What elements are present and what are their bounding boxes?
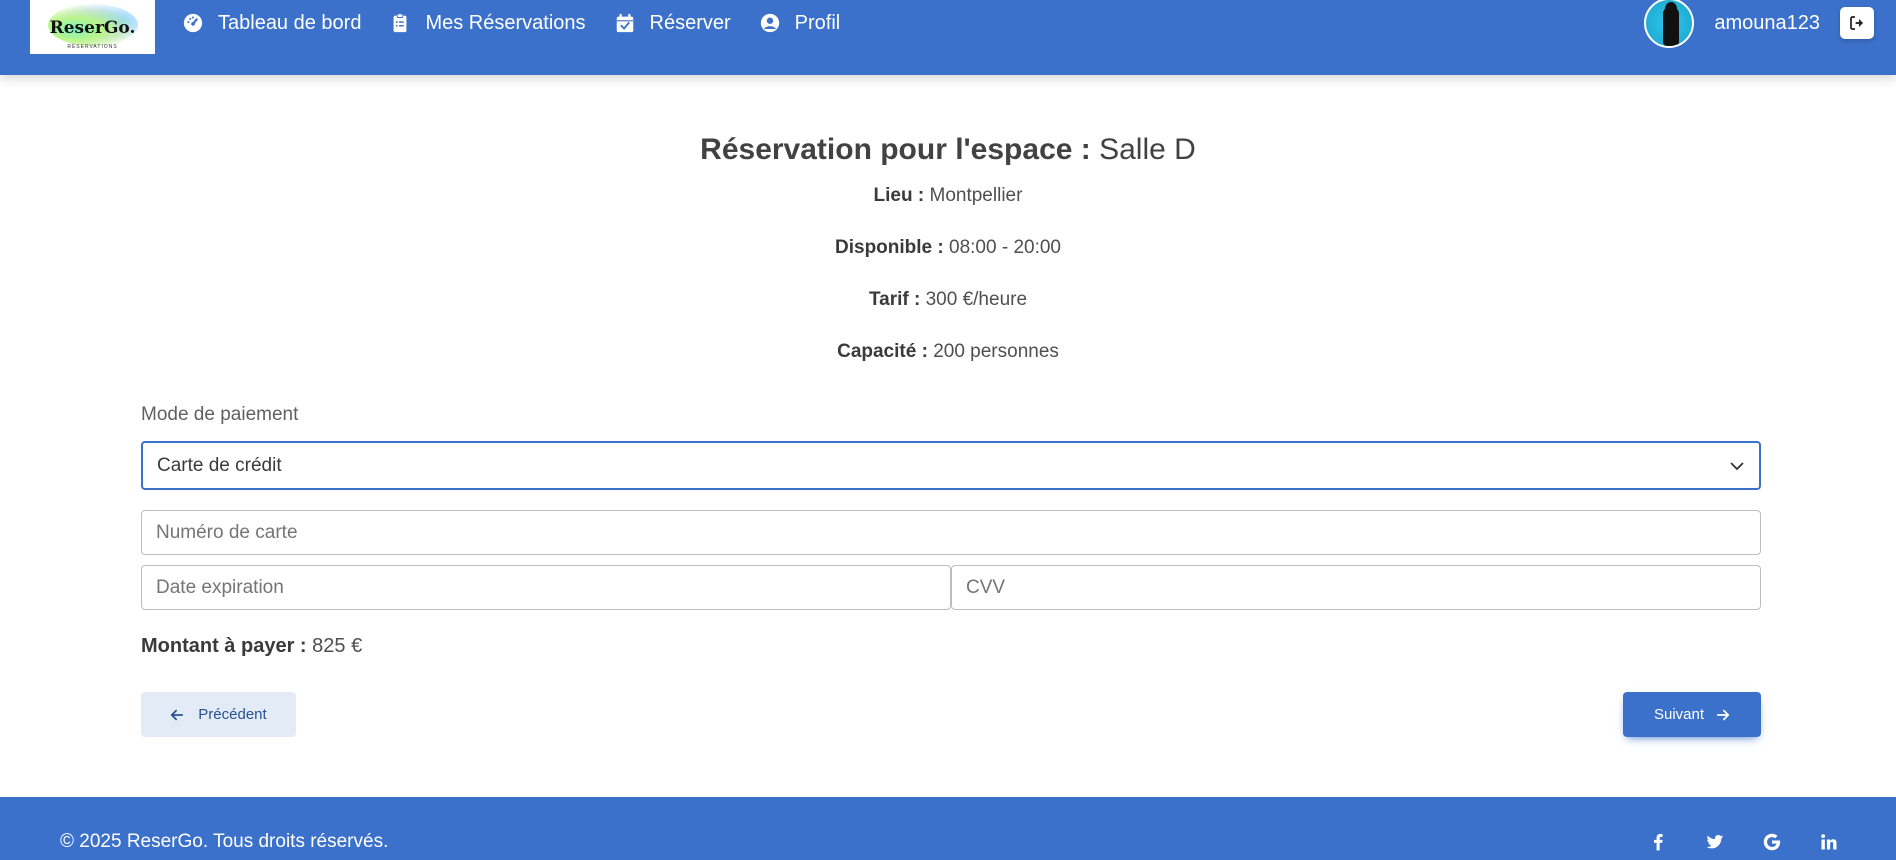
logo-subtitle: RÉSERVATIONS xyxy=(67,44,118,50)
sign-out-icon xyxy=(1850,16,1863,30)
linkedin-icon xyxy=(1821,834,1837,850)
nav-item-label: Mes Réservations xyxy=(425,11,586,34)
nav-links: Tableau de bord Mes Réservations Réserve… xyxy=(182,0,868,46)
detail-rate: Tarif : 300 €/heure xyxy=(0,289,1896,311)
detail-label: Disponible : xyxy=(835,237,944,258)
previous-button[interactable]: Précédent xyxy=(141,692,296,737)
detail-label: Lieu : xyxy=(873,185,925,206)
logout-button[interactable] xyxy=(1840,7,1874,39)
google-icon xyxy=(1763,833,1781,851)
payment-method-value: Carte de crédit xyxy=(157,454,282,476)
social-links xyxy=(1612,831,1840,853)
logo-text: ReserGo. xyxy=(49,18,136,38)
detail-value: 300 €/heure xyxy=(925,289,1028,310)
arrow-right-icon xyxy=(1716,709,1730,720)
space-name: Salle D xyxy=(1099,133,1196,166)
avatar[interactable] xyxy=(1644,0,1695,48)
linkedin-link[interactable] xyxy=(1818,831,1840,853)
nav-item-label: Profil xyxy=(794,11,841,34)
previous-button-label: Précédent xyxy=(198,706,267,723)
payment-method-label: Mode de paiement xyxy=(141,404,299,425)
twitter-icon xyxy=(1706,835,1724,849)
amount-label: Montant à payer : xyxy=(141,635,307,657)
nav-item-dashboard[interactable]: Tableau de bord xyxy=(182,12,361,35)
facebook-icon xyxy=(1654,834,1663,851)
detail-value: 200 personnes xyxy=(933,341,1059,362)
detail-label: Tarif : xyxy=(868,289,921,310)
next-button-label: Suivant xyxy=(1653,706,1705,723)
page-title: Réservation pour l'espace : Salle D xyxy=(0,133,1896,167)
avatar-figure xyxy=(1663,6,1680,46)
top-navbar: ReserGo. RÉSERVATIONS Tableau de bord Me… xyxy=(0,0,1896,75)
detail-value: 08:00 - 20:00 xyxy=(949,237,1061,258)
footer: © 2025 ReserGo. Tous droits réservés. xyxy=(0,797,1896,860)
calendar-check-icon xyxy=(616,13,633,33)
detail-location: Lieu : Montpellier xyxy=(0,185,1896,207)
chevron-down-icon xyxy=(1730,462,1744,471)
username: amouna123 xyxy=(1714,11,1820,34)
nav-item-label: Tableau de bord xyxy=(218,11,362,34)
twitter-link[interactable] xyxy=(1704,831,1726,853)
card-number-input[interactable] xyxy=(141,510,1761,555)
title-prefix: Réservation pour l'espace : xyxy=(700,133,1091,166)
payment-method-select[interactable]: Carte de crédit xyxy=(141,441,1761,490)
detail-capacity: Capacité : 200 personnes xyxy=(0,341,1896,363)
google-link[interactable] xyxy=(1761,831,1783,853)
expiry-date-input[interactable] xyxy=(141,565,951,610)
arrow-left-icon xyxy=(171,709,184,720)
facebook-link[interactable] xyxy=(1647,831,1669,853)
copyright-text: © 2025 ReserGo. Tous droits réservés. xyxy=(60,831,389,852)
user-area: amouna123 xyxy=(1644,0,1874,48)
amount-to-pay: Montant à payer : 825 € xyxy=(141,635,362,658)
nav-item-my-reservations[interactable]: Mes Réservations xyxy=(389,11,586,35)
nav-item-label: Réserver xyxy=(649,11,731,34)
cvv-input[interactable] xyxy=(951,565,1761,610)
detail-label: Capacité : xyxy=(837,341,928,362)
next-button[interactable]: Suivant xyxy=(1623,692,1761,737)
logo[interactable]: ReserGo. RÉSERVATIONS xyxy=(30,0,155,54)
user-circle-icon xyxy=(760,13,779,33)
clipboard-list-icon xyxy=(394,13,407,33)
detail-value: Montpellier xyxy=(929,185,1023,206)
gauge-icon xyxy=(183,13,203,33)
nav-item-book[interactable]: Réserver xyxy=(614,12,731,35)
nav-item-profile[interactable]: Profil xyxy=(759,11,841,35)
amount-value: 825 € xyxy=(312,635,363,657)
detail-availability: Disponible : 08:00 - 20:00 xyxy=(0,237,1896,259)
